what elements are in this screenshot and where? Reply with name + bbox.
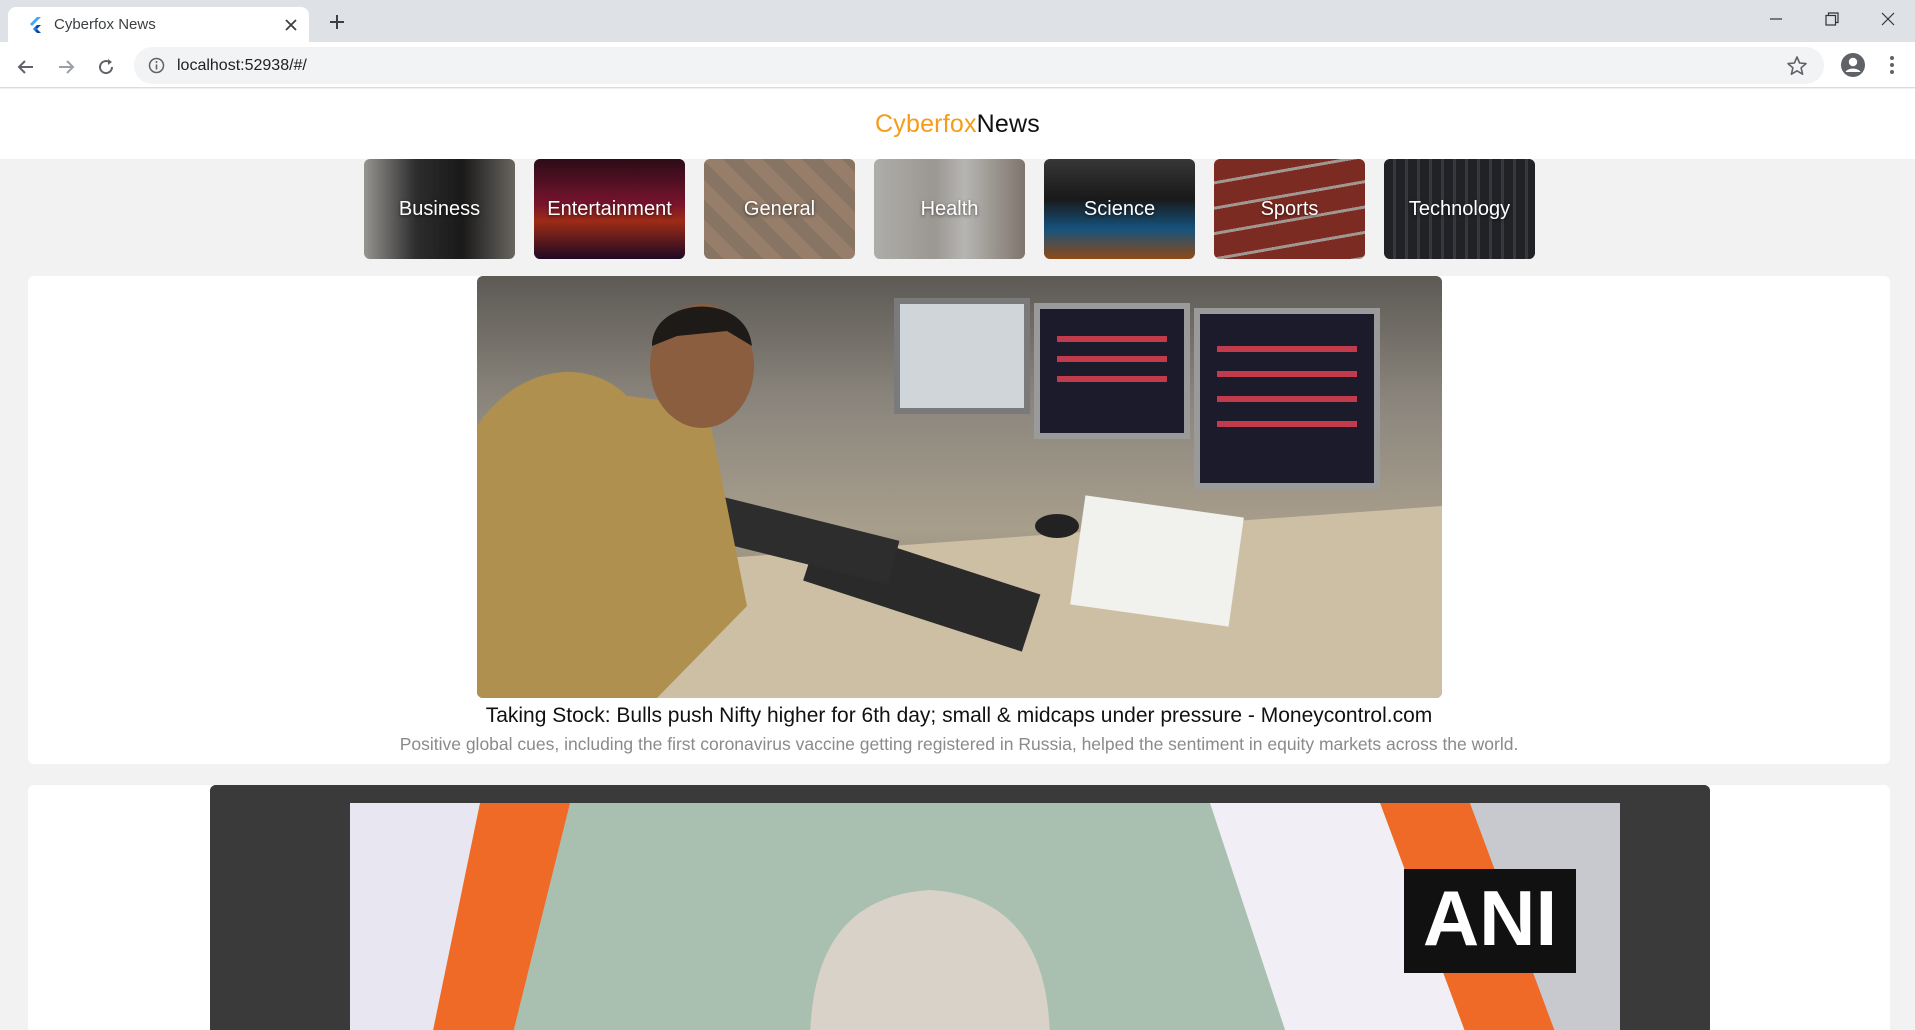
restore-icon (1825, 12, 1839, 26)
close-window-button[interactable] (1860, 0, 1915, 38)
brand-part-2: News (976, 109, 1040, 138)
article-card[interactable]: Taking Stock: Bulls push Nifty higher fo… (28, 276, 1890, 764)
category-label: Science (1083, 197, 1156, 220)
browser-menu-button[interactable] (1880, 50, 1904, 80)
app-title: CyberfoxNews (875, 110, 1040, 139)
forward-button[interactable] (50, 51, 82, 83)
account-icon (1841, 53, 1865, 77)
category-label: Technology (1408, 197, 1511, 220)
flutter-icon (30, 17, 41, 33)
stock-trader-photo (477, 298, 1442, 698)
browser-toolbar: localhost:52938/#/ (0, 42, 1915, 88)
article-title[interactable]: Taking Stock: Bulls push Nifty higher fo… (28, 704, 1890, 728)
category-label: Health (920, 197, 979, 220)
browser-tab[interactable]: Cyberfox News (8, 7, 309, 42)
category-sports[interactable]: Sports (1214, 159, 1365, 259)
reload-icon (99, 59, 114, 75)
category-label: Sports (1260, 197, 1319, 220)
news-photo: ANI (210, 785, 1710, 1030)
category-label: General (743, 197, 816, 220)
address-bar[interactable]: localhost:52938/#/ (134, 47, 1824, 84)
article-image[interactable] (477, 276, 1442, 698)
more-vertical-icon (1890, 56, 1894, 74)
restore-button[interactable] (1804, 0, 1860, 38)
reload-button[interactable] (90, 51, 122, 83)
new-tab-button[interactable] (324, 9, 350, 35)
watermark-text: ANI (1423, 874, 1557, 962)
plus-icon (330, 15, 344, 29)
back-button[interactable] (10, 51, 42, 83)
category-label: Business (398, 197, 481, 220)
url-text[interactable]: localhost:52938/#/ (177, 57, 307, 75)
profile-button[interactable] (1838, 50, 1868, 80)
article-image[interactable]: ANI (210, 785, 1710, 1030)
category-business[interactable]: Business (364, 159, 515, 259)
category-list: Business Entertainment General Health Sc… (0, 159, 1915, 259)
article-card[interactable]: ANI (28, 785, 1890, 1030)
brand-part-1: Cyberfox (875, 109, 977, 138)
tab-title: Cyberfox News (54, 16, 156, 33)
category-entertainment[interactable]: Entertainment (534, 159, 685, 259)
star-icon[interactable] (1786, 55, 1808, 77)
app-bar: CyberfoxNews (0, 89, 1915, 159)
arrow-right-icon (59, 60, 75, 74)
category-general[interactable]: General (704, 159, 855, 259)
tab-close-button[interactable] (280, 14, 302, 36)
category-label: Entertainment (547, 197, 672, 220)
category-science[interactable]: Science (1044, 159, 1195, 259)
info-icon[interactable] (148, 57, 165, 74)
minimize-button[interactable] (1748, 0, 1804, 38)
close-icon (285, 19, 297, 31)
close-icon (1881, 12, 1895, 26)
arrow-left-icon (17, 60, 33, 74)
category-health[interactable]: Health (874, 159, 1025, 259)
article-description: Positive global cues, including the firs… (399, 734, 1519, 754)
minimize-icon (1770, 18, 1782, 20)
browser-tab-bar: Cyberfox News (0, 0, 1915, 42)
category-technology[interactable]: Technology (1384, 159, 1535, 259)
